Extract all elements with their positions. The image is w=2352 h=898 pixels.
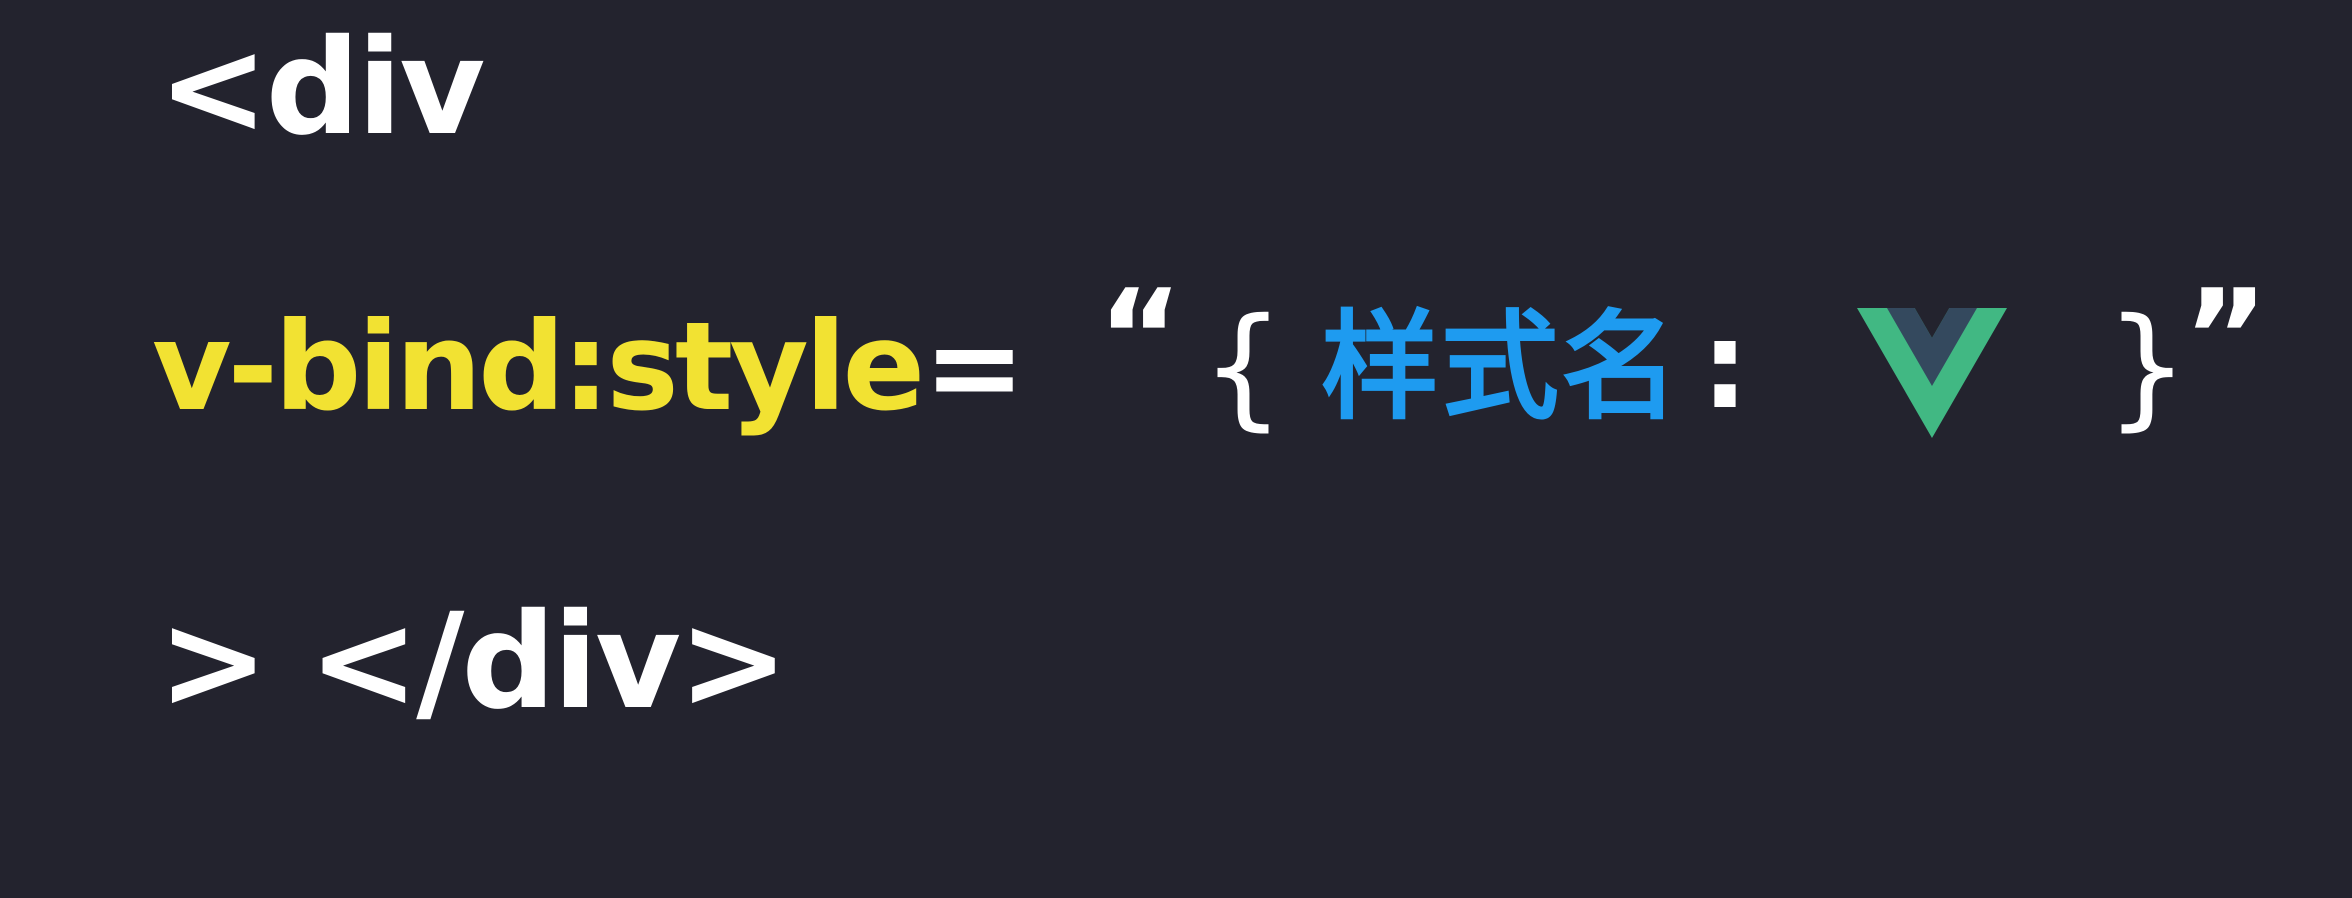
- code-line-close-tag: > </div>: [158, 585, 789, 739]
- code-slide: <div v-bind:style = “ { 样式名 : } ” > </di…: [0, 0, 2352, 898]
- closing-quote: ”: [2182, 261, 2269, 413]
- attribute-name: v-bind:style: [152, 296, 925, 438]
- opening-quote: “: [1097, 261, 1183, 413]
- colon: :: [1701, 297, 1749, 436]
- code-line-open-tag: <div: [158, 11, 485, 165]
- vue-logo-icon: [1857, 308, 2007, 438]
- style-name-label: 样式名: [1320, 298, 1681, 436]
- code-line-bind-style: v-bind:style = “ { 样式名 : } ”: [152, 272, 2268, 452]
- closing-brace: }: [2105, 290, 2189, 444]
- equals-sign: =: [923, 296, 1026, 438]
- opening-brace: {: [1201, 290, 1285, 444]
